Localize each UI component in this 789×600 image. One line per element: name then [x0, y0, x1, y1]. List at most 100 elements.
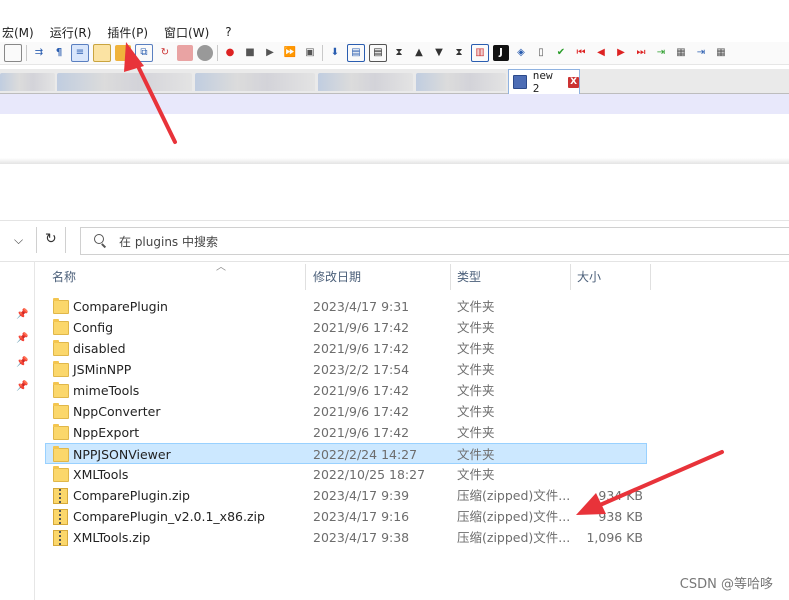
down-icon[interactable]: ▼	[431, 45, 447, 61]
file-type: 文件夹	[457, 467, 495, 482]
menu-help[interactable]: ?	[223, 25, 231, 39]
record-macro-icon[interactable]: ●	[222, 45, 238, 61]
folder-icon	[53, 319, 69, 335]
tab-new-2[interactable]: new 2 X	[508, 69, 580, 95]
blurred-tab[interactable]	[416, 73, 506, 91]
folder-icon	[53, 340, 69, 356]
plugin-icon-2[interactable]: ▤	[347, 44, 365, 62]
plugin-icon-11[interactable]: ▦	[713, 45, 729, 61]
file-type: 文件夹	[457, 299, 495, 314]
file-size: 1,096 KB	[586, 530, 643, 545]
plugin-icon-7[interactable]: ◈	[513, 45, 529, 61]
file-row[interactable]: Config 2021/9/6 17:42 文件夹	[46, 317, 656, 338]
plugin-icon-6[interactable]: ▥	[471, 44, 489, 62]
zip-file-icon	[53, 530, 68, 546]
window-shadow	[0, 158, 789, 164]
json-viewer-icon[interactable]: J	[493, 45, 509, 61]
blurred-tab[interactable]	[195, 73, 315, 91]
file-row[interactable]: XMLTools.zip 2023/4/17 9:38 压缩(zipped)文件..…	[46, 527, 656, 548]
file-row[interactable]: NppConverter 2021/9/6 17:42 文件夹	[46, 401, 656, 422]
blurred-tab[interactable]	[0, 73, 55, 91]
new-file-icon[interactable]	[4, 44, 22, 62]
search-icon	[93, 234, 107, 248]
close-icon[interactable]: X	[568, 76, 580, 88]
folder-icon	[53, 446, 69, 462]
file-name: XMLTools	[73, 467, 129, 482]
run-macro-multiple-icon[interactable]: ⏩	[282, 45, 298, 61]
function-list-icon[interactable]	[115, 45, 131, 61]
column-size[interactable]: 大小	[571, 264, 651, 290]
column-name[interactable]: 名称	[46, 264, 306, 290]
compare-icon[interactable]: ▯	[533, 45, 549, 61]
file-date: 2023/4/17 9:38	[313, 530, 410, 545]
chevron-down-icon[interactable]: ⌵	[14, 233, 23, 248]
file-date: 2021/9/6 17:42	[313, 341, 410, 356]
pin-icon[interactable]: 📌	[16, 333, 28, 347]
save-macro-icon[interactable]: ▣	[302, 45, 318, 61]
file-list-header: ︿ 名称 修改日期 类型 大小	[46, 262, 651, 290]
play-macro-icon[interactable]: ▶	[262, 45, 278, 61]
file-type: 压缩(zipped)文件...	[457, 509, 571, 524]
file-name: NppConverter	[73, 404, 161, 419]
monitor-icon[interactable]: ↻	[157, 45, 173, 61]
folder-icon[interactable]	[177, 45, 193, 61]
menu-run[interactable]: 运行(R)	[48, 24, 92, 41]
doc-map-icon[interactable]	[93, 44, 111, 62]
file-name: ComparePlugin_v2.0.1_x86.zip	[73, 509, 265, 524]
file-date: 2021/9/6 17:42	[313, 320, 410, 335]
pin-icon[interactable]: 📌	[16, 381, 28, 395]
show-symbols-icon[interactable]: ¶	[51, 45, 67, 61]
file-row[interactable]: mimeTools 2021/9/6 17:42 文件夹	[46, 380, 656, 401]
file-row[interactable]: XMLTools 2022/10/25 18:27 文件夹	[46, 464, 656, 485]
file-row[interactable]: ComparePlugin_v2.0.1_x86.zip 2023/4/17 9:…	[46, 506, 656, 527]
file-size: 938 KB	[598, 509, 643, 524]
folder-workspace-icon[interactable]: ⧉	[135, 44, 153, 62]
plugin-icon-10[interactable]: ⇥	[693, 45, 709, 61]
cloud-icon[interactable]	[197, 45, 213, 61]
column-type[interactable]: 类型	[451, 264, 571, 290]
file-row[interactable]: NppExport 2021/9/6 17:42 文件夹	[46, 422, 656, 443]
column-date[interactable]: 修改日期	[307, 264, 451, 290]
plugin-icon-9[interactable]: ▦	[673, 45, 689, 61]
file-row-selected[interactable]: NPPJSONViewer 2022/2/24 14:27 文件夹	[45, 443, 647, 464]
plugin-icon-3[interactable]: ▤	[369, 44, 387, 62]
last-diff-icon[interactable]: ⏭	[633, 45, 649, 61]
file-date: 2023/4/17 9:39	[313, 488, 410, 503]
plugin-icon-1[interactable]: ⬇	[327, 45, 343, 61]
wrap-icon[interactable]: ⇉	[31, 45, 47, 61]
menu-plugins[interactable]: 插件(P)	[105, 24, 148, 41]
pin-icon[interactable]: 📌	[16, 309, 28, 323]
up-icon[interactable]: ▲	[411, 45, 427, 61]
blurred-tab[interactable]	[318, 73, 413, 91]
file-date: 2023/4/17 9:31	[313, 299, 410, 314]
stop-macro-icon[interactable]: ■	[242, 45, 258, 61]
next-diff-icon[interactable]: ▶	[613, 45, 629, 61]
plugin-icon-8[interactable]: ⇥	[653, 45, 669, 61]
file-size: 934 KB	[598, 488, 643, 503]
file-name: disabled	[73, 341, 126, 356]
prev-diff-icon[interactable]: ◀	[593, 45, 609, 61]
folder-icon	[53, 298, 69, 314]
indent-guide-icon[interactable]: ≡	[71, 44, 89, 62]
plugin-icon-5[interactable]: ⧗	[451, 45, 467, 61]
file-type: 压缩(zipped)文件...	[457, 530, 571, 545]
file-row[interactable]: ComparePlugin.zip 2023/4/17 9:39 压缩(zipped…	[46, 485, 656, 506]
menu-macro[interactable]: 宏(M)	[0, 24, 34, 41]
zip-file-icon	[53, 488, 68, 504]
toolbar-separator	[322, 45, 323, 61]
file-icon	[513, 75, 527, 89]
search-input[interactable]: 在 plugins 中搜索	[80, 227, 789, 255]
file-name: mimeTools	[73, 383, 140, 398]
check-icon[interactable]: ✔	[553, 45, 569, 61]
first-diff-icon[interactable]: ⏮	[573, 45, 589, 61]
file-type: 文件夹	[457, 383, 495, 398]
refresh-button[interactable]: ↻	[36, 227, 66, 253]
blurred-tab[interactable]	[57, 73, 192, 91]
file-date: 2021/9/6 17:42	[313, 425, 410, 440]
file-row[interactable]: JSMinNPP 2023/2/2 17:54 文件夹	[46, 359, 656, 380]
plugin-icon-4[interactable]: ⧗	[391, 45, 407, 61]
file-row[interactable]: disabled 2021/9/6 17:42 文件夹	[46, 338, 656, 359]
menu-window[interactable]: 窗口(W)	[162, 24, 209, 41]
pin-icon[interactable]: 📌	[16, 357, 28, 371]
file-row[interactable]: ComparePlugin 2023/4/17 9:31 文件夹	[46, 296, 656, 317]
